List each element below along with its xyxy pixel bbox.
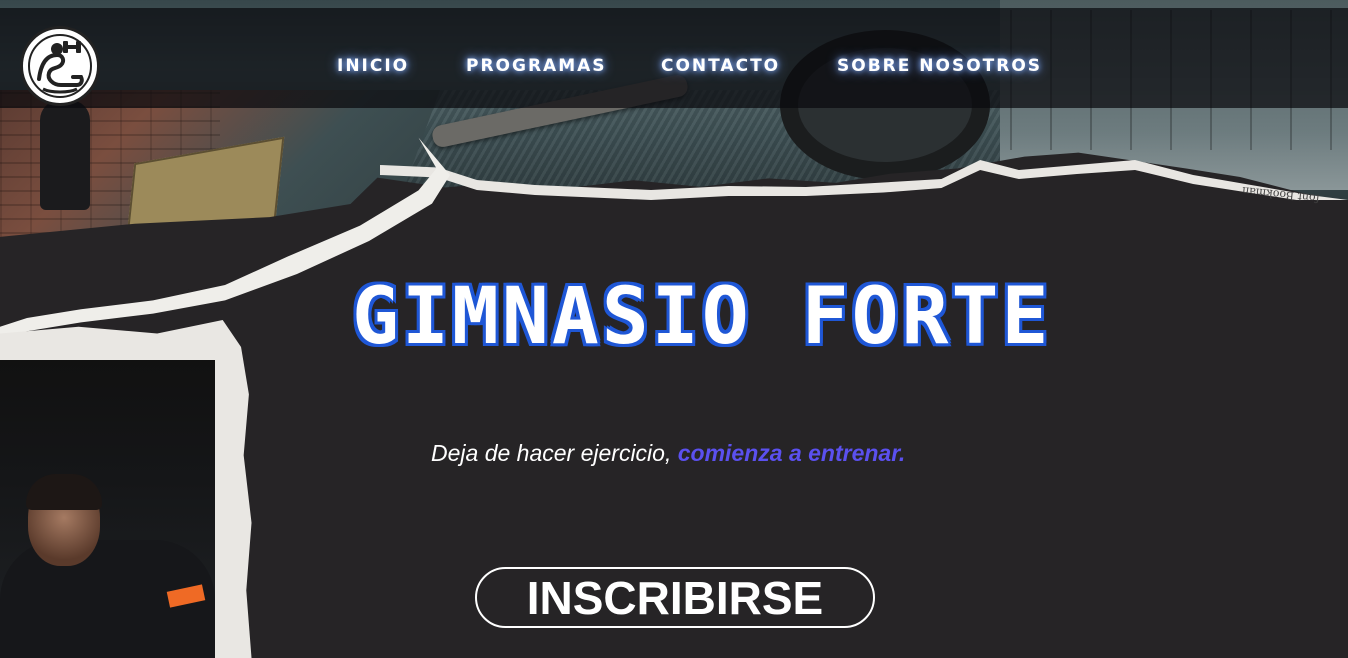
nav-item-inicio[interactable]: INICIO: [337, 56, 409, 76]
athlete-silhouette: [40, 100, 90, 210]
tagline-main-text: Deja de hacer ejercicio,: [431, 440, 678, 466]
nav-item-programas[interactable]: PROGRAMAS: [466, 56, 607, 76]
hero-tagline: Deja de hacer ejercicio, comienza a entr…: [431, 440, 905, 467]
nav-item-sobre-nosotros[interactable]: SOBRE NOSOTROS: [837, 56, 1042, 76]
tagline-accent-text: comienza a entrenar.: [677, 440, 906, 466]
nav-item-contacto[interactable]: CONTACTO: [661, 56, 780, 76]
page: font Bookman INICIO PROGRAMAS CONTACTO S…: [0, 0, 1348, 658]
bodybuilder-dumbbell-icon: [28, 34, 92, 98]
site-logo[interactable]: [20, 26, 100, 106]
hero-title: GIMNASIO FORTE: [352, 272, 1052, 362]
inscribirse-button[interactable]: INSCRIBIRSE: [475, 567, 875, 628]
